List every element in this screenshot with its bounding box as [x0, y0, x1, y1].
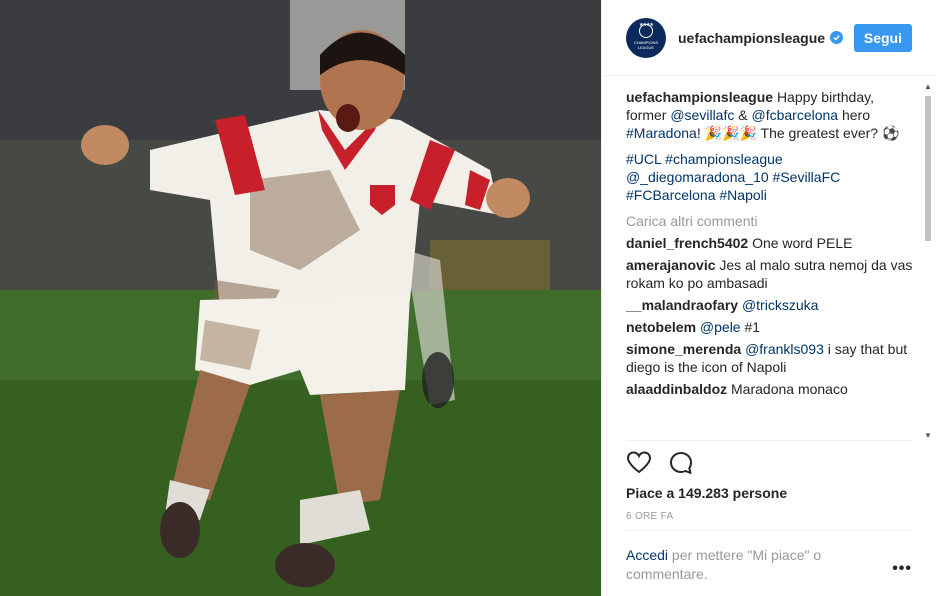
comments-list[interactable]: uefachampionsleague Happy birthday, form… — [626, 76, 916, 440]
caption-tags: #UCL #championsleague @_diegomaradona_10… — [626, 150, 916, 204]
post-caption: uefachampionsleague Happy birthday, form… — [626, 88, 916, 142]
tag-championsleague[interactable]: #championsleague — [665, 151, 783, 167]
tag-fcbarcelona[interactable]: #FCBarcelona — [626, 187, 716, 203]
comment-item: amerajanovic Jes al malo sutra nemoj da … — [626, 256, 916, 292]
tag-napoli[interactable]: #Napoli — [719, 187, 766, 203]
caption-username[interactable]: uefachampionsleague — [626, 89, 773, 105]
comment-username[interactable]: daniel_french5402 — [626, 235, 748, 251]
comment-text: Maradona monaco — [731, 381, 848, 397]
comment-item: __malandraofary @trickszuka — [626, 296, 916, 314]
caption-mention-sevillafc[interactable]: @sevillafc — [670, 107, 734, 123]
comment-text: One word PELE — [752, 235, 853, 251]
comment-username[interactable]: amerajanovic — [626, 257, 716, 273]
login-link[interactable]: Accedi — [626, 547, 668, 563]
comment-username[interactable]: netobelem — [626, 319, 696, 335]
comment-username[interactable]: alaaddinbaldoz — [626, 381, 727, 397]
load-more-comments[interactable]: Carica altri commenti — [626, 212, 916, 230]
avatar-label: CHAMPIONS LEAGUE — [633, 39, 659, 50]
comment-mention[interactable]: @pele — [700, 319, 741, 335]
comment-mention[interactable]: @frankls093 — [745, 341, 824, 357]
comment-username[interactable]: simone_merenda — [626, 341, 741, 357]
tag-sevillafc[interactable]: #SevillaFC — [773, 169, 841, 185]
follow-button[interactable]: Segui — [853, 23, 912, 52]
divider — [626, 530, 912, 531]
scroll-down-arrow-icon[interactable]: ▼ — [924, 431, 932, 440]
caption-text-2: & — [734, 107, 752, 123]
comments-scrollbar[interactable]: ▲ ▼ — [922, 82, 934, 440]
tag-ucl[interactable]: #UCL — [626, 151, 661, 167]
comment-item: simone_merenda @frankls093 i say that bu… — [626, 340, 916, 376]
post-timestamp: 6 ORE FA — [626, 511, 674, 522]
heart-icon[interactable] — [626, 450, 652, 476]
login-prompt: Accedi per mettere "Mi piace" o commenta… — [626, 546, 856, 584]
account-username[interactable]: uefachampionsleague — [678, 30, 825, 46]
comment-text: #1 — [740, 319, 761, 335]
scrollbar-thumb[interactable] — [925, 96, 931, 241]
post-side-panel: ★★★★ CHAMPIONS LEAGUE uefachampionsleagu… — [601, 0, 936, 596]
tag-diegomaradona[interactable]: @_diegomaradona_10 — [626, 169, 769, 185]
comment-icon[interactable] — [668, 450, 694, 476]
account-avatar[interactable]: ★★★★ CHAMPIONS LEAGUE — [626, 17, 666, 58]
comment-username[interactable]: __malandraofary — [626, 297, 738, 313]
divider — [626, 440, 912, 441]
scroll-up-arrow-icon[interactable]: ▲ — [924, 82, 932, 91]
post-header: ★★★★ CHAMPIONS LEAGUE uefachampionsleagu… — [602, 0, 936, 76]
instagram-post: ★★★★ CHAMPIONS LEAGUE uefachampionsleagu… — [0, 0, 936, 596]
likes-count[interactable]: Piace a 149.283 persone — [626, 485, 787, 501]
football-player-photo — [0, 0, 601, 596]
caption-text-3: hero — [838, 107, 870, 123]
caption-mention-fcbarcelona[interactable]: @fcbarcelona — [751, 107, 838, 123]
starball-icon — [639, 23, 653, 38]
comment-item: netobelem @pele #1 — [626, 318, 916, 336]
caption-text-4: ! 🎉🎉🎉 The greatest ever? ⚽ — [696, 125, 900, 141]
verified-badge-icon — [830, 31, 844, 44]
caption-hashtag-maradona[interactable]: #Maradona — [626, 125, 697, 141]
comment-item: daniel_french5402 One word PELE — [626, 234, 916, 252]
comment-mention[interactable]: @trickszuka — [742, 297, 818, 313]
post-photo[interactable] — [0, 0, 601, 596]
comment-item: alaaddinbaldoz Maradona monaco — [626, 380, 916, 398]
post-actions — [626, 450, 694, 476]
more-options-icon[interactable]: ••• — [892, 560, 912, 578]
